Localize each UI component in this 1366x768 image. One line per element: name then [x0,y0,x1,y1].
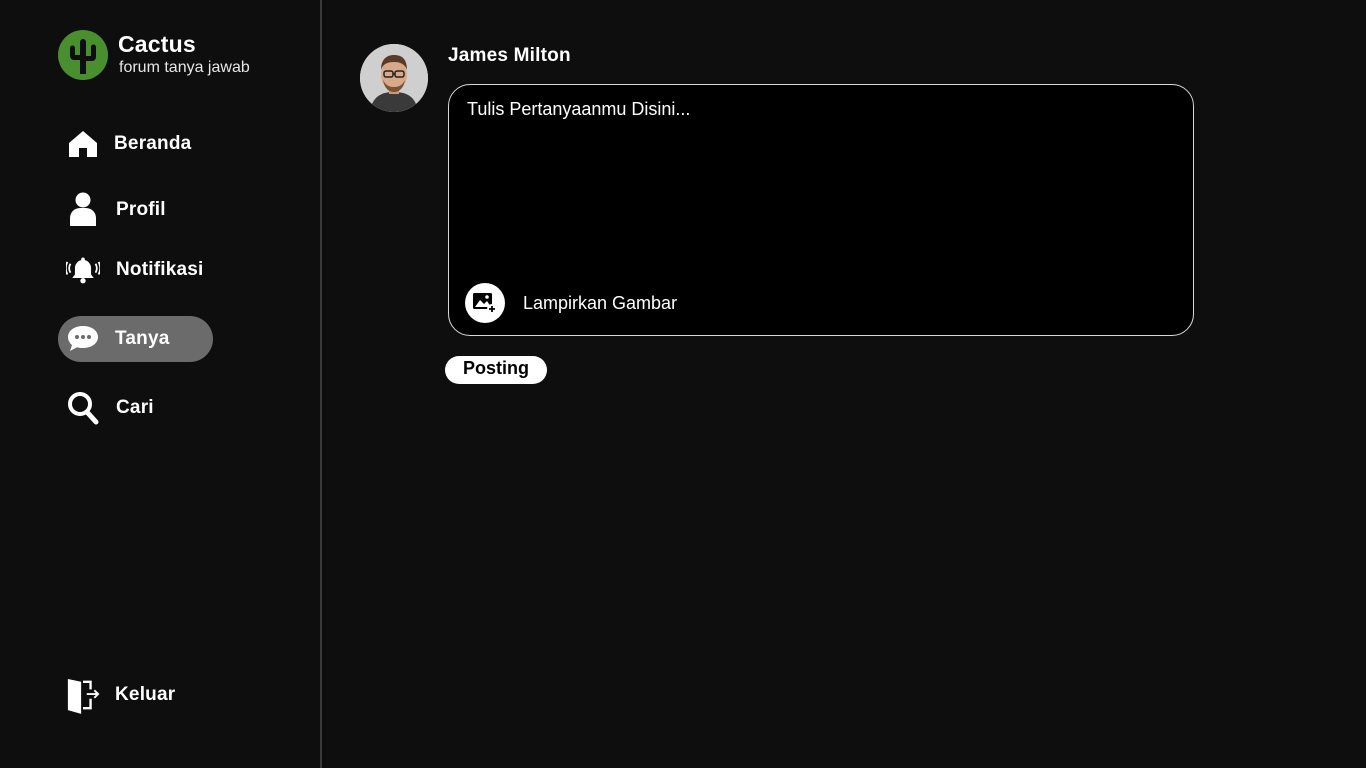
sidebar-item-profil[interactable]: Profil [58,187,166,233]
post-button[interactable]: Posting [445,356,547,384]
sidebar-item-tanya[interactable]: Tanya [58,316,213,362]
search-icon [66,391,100,425]
sidebar-item-notifikasi[interactable]: Notifikasi [58,247,204,293]
home-icon [66,127,100,161]
question-input[interactable] [467,99,1167,259]
attach-image-button[interactable]: Lampirkan Gambar [465,283,677,323]
sidebar-item-cari[interactable]: Cari [58,385,154,431]
user-icon [66,192,100,227]
sidebar-item-beranda[interactable]: Beranda [58,121,191,167]
add-image-icon [465,283,505,323]
logout-door-icon [66,678,100,714]
logout-button[interactable]: Keluar [58,672,175,718]
sidebar-item-label: Beranda [114,133,192,154]
brand-text: Cactus forum tanya jawab [118,30,250,78]
avatar[interactable] [360,44,428,112]
sidebar-item-label: Profil [116,199,166,220]
bell-icon [66,253,100,287]
sidebar: Cactus forum tanya jawab Beranda Profil [0,0,322,768]
chat-bubble-icon [66,322,100,356]
brand[interactable]: Cactus forum tanya jawab [58,30,250,80]
sidebar-item-label: Cari [116,397,154,418]
logout-label: Keluar [115,684,176,705]
brand-name: Cactus [118,31,196,57]
user-avatar-icon [360,44,428,112]
question-composer: Lampirkan Gambar [448,84,1194,336]
user-name: James Milton [448,45,571,66]
attach-image-label: Lampirkan Gambar [523,292,678,313]
app-root: Cactus forum tanya jawab Beranda Profil [0,0,1366,768]
brand-tagline: forum tanya jawab [119,59,250,76]
sidebar-item-label: Tanya [115,328,170,349]
sidebar-item-label: Notifikasi [116,259,204,280]
cactus-logo-icon [58,30,108,80]
